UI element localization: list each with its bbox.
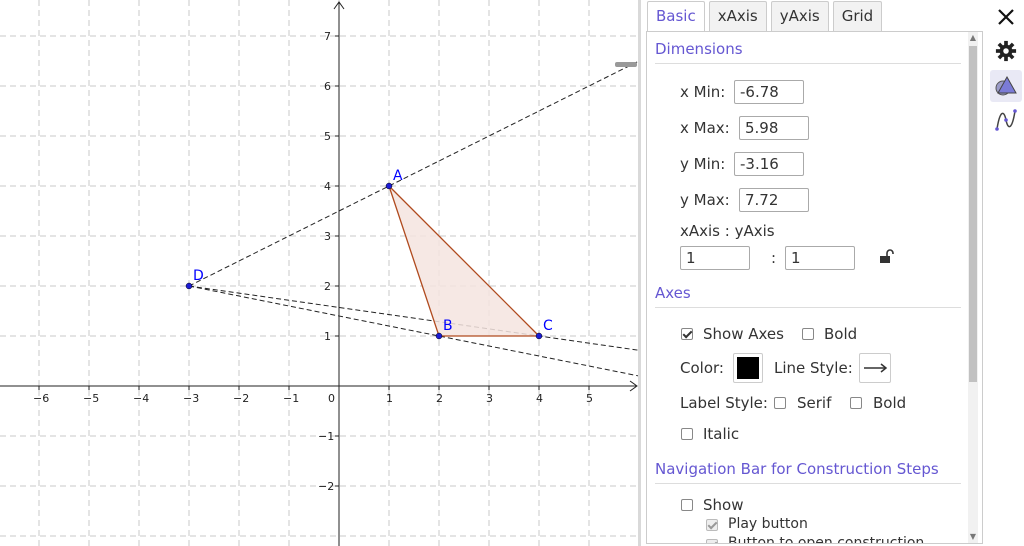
section-divider	[655, 63, 961, 64]
basic-tab-content: Dimensions x Min: x Max: y Min: y Max: x…	[646, 31, 983, 544]
tab-grid[interactable]: Grid	[832, 1, 883, 32]
y-tick-label: 1	[324, 330, 331, 343]
settings-button[interactable]	[990, 35, 1022, 67]
line-style-button[interactable]	[859, 353, 891, 383]
y-tick-label: 2	[324, 280, 331, 293]
ray-DB	[188, 285, 640, 377]
scrollbar[interactable]: ▲ ▼	[968, 32, 978, 543]
close-icon	[998, 9, 1014, 25]
xmin-label: x Min:	[680, 83, 726, 101]
play-button-label: Play button	[728, 516, 808, 532]
axes-bold-checkbox[interactable]	[802, 328, 814, 340]
x-tick-label: −1	[283, 392, 299, 405]
x-tick-label: 4	[536, 392, 543, 405]
play-button-checkbox[interactable]	[706, 519, 718, 531]
y-tick-label: 4	[324, 180, 331, 193]
axes-color-button[interactable]	[733, 353, 763, 383]
italic-checkbox[interactable]	[681, 428, 693, 440]
serif-label: Serif	[797, 394, 832, 412]
axes-bold-label: Bold	[824, 325, 858, 343]
ratio-x-input[interactable]	[680, 246, 750, 270]
unlock-icon[interactable]	[878, 248, 894, 264]
x-tick-label: −6	[33, 392, 49, 405]
x-tick-label: 3	[486, 392, 493, 405]
show-axes-label: Show Axes	[703, 325, 784, 343]
y-tick-label: 6	[324, 80, 331, 93]
line-style-label: Line Style:	[774, 359, 853, 377]
point-A	[385, 182, 393, 190]
x-tick-label: 0	[328, 392, 335, 405]
shapes-icon	[995, 75, 1017, 96]
graphics-view[interactable]: −6 −5 −4 −3 −2 −1 0 1 2 3 4 5 7 6 5 4 3 2 1 −1 −2 A B C D	[0, 0, 640, 546]
x-tick-label: −4	[133, 392, 149, 405]
tab-basic[interactable]: Basic	[647, 1, 705, 32]
ray-DC	[188, 285, 640, 351]
axes-color-label: Color:	[680, 359, 724, 377]
ymin-label: y Min:	[680, 155, 726, 173]
point-label-B: B	[443, 318, 453, 334]
nav-show-checkbox[interactable]	[681, 499, 693, 511]
ymax-label: y Max:	[680, 191, 730, 209]
tab-xaxis[interactable]: xAxis	[708, 1, 767, 32]
x-tick-label: −5	[83, 392, 99, 405]
ymax-input[interactable]	[739, 188, 809, 212]
italic-label: Italic	[703, 425, 740, 443]
show-axes-checkbox[interactable]	[681, 328, 693, 340]
nav-show-label: Show	[703, 496, 744, 514]
ratio-separator: :	[771, 249, 777, 267]
close-button[interactable]	[990, 1, 1022, 33]
function-graph-icon	[995, 109, 1017, 131]
scroll-down-icon[interactable]: ▼	[969, 533, 977, 541]
x-tick-label: 1	[386, 392, 393, 405]
section-divider	[655, 307, 961, 308]
point-B	[435, 332, 443, 340]
graphics2-view-button[interactable]	[990, 104, 1022, 136]
navigation-title: Navigation Bar for Construction Steps	[655, 460, 939, 478]
y-tick-label: 7	[324, 30, 331, 43]
y-tick-label: 3	[324, 230, 331, 243]
open-construction-label: Button to open construction	[728, 535, 925, 544]
ratio-y-input[interactable]	[785, 246, 855, 270]
x-tick-label: −2	[233, 392, 249, 405]
properties-tabs: Basic xAxis yAxis Grid	[647, 1, 886, 32]
label-style-label: Label Style:	[680, 394, 768, 412]
scroll-up-icon[interactable]: ▲	[969, 34, 977, 42]
xmin-input[interactable]	[734, 80, 804, 104]
color-swatch	[737, 357, 759, 379]
y-tick-label: −2	[318, 480, 334, 493]
dimensions-title: Dimensions	[655, 40, 743, 58]
xmax-input[interactable]	[739, 116, 809, 140]
point-C	[535, 332, 543, 340]
xmax-label: x Max:	[680, 119, 730, 137]
y-tick-label: −1	[318, 430, 334, 443]
x-tick-label: −3	[183, 392, 199, 405]
open-construction-checkbox[interactable]	[706, 539, 718, 543]
label-bold-label: Bold	[873, 394, 907, 412]
scrollbar-thumb[interactable]	[969, 46, 977, 382]
view-handle	[615, 62, 637, 67]
arrow-right-icon	[864, 363, 888, 373]
section-divider	[655, 483, 961, 484]
x-tick-label: 5	[586, 392, 593, 405]
point-label-A: A	[393, 168, 403, 184]
x-tick-label: 2	[436, 392, 443, 405]
serif-checkbox[interactable]	[774, 397, 786, 409]
triangle-ABC	[388, 185, 541, 337]
axis-ratio-label: xAxis : yAxis	[680, 222, 775, 240]
style-sidebar	[988, 0, 1024, 546]
axes-title: Axes	[655, 284, 691, 302]
tab-yaxis[interactable]: yAxis	[770, 1, 829, 32]
graphics-canvas[interactable]: −6 −5 −4 −3 −2 −1 0 1 2 3 4 5 7 6 5 4 3 2 1 −1 −2 A B C D	[0, 0, 640, 546]
label-bold-checkbox[interactable]	[850, 397, 862, 409]
point-label-C: C	[543, 318, 553, 334]
properties-panel: Basic xAxis yAxis Grid Dimensions x Min:…	[641, 0, 988, 546]
gear-icon	[995, 40, 1017, 62]
y-tick-label: 5	[324, 130, 331, 143]
point-D	[185, 282, 193, 290]
graphics-view-button[interactable]	[990, 70, 1022, 102]
point-label-D: D	[193, 268, 204, 284]
ymin-input[interactable]	[734, 152, 804, 176]
